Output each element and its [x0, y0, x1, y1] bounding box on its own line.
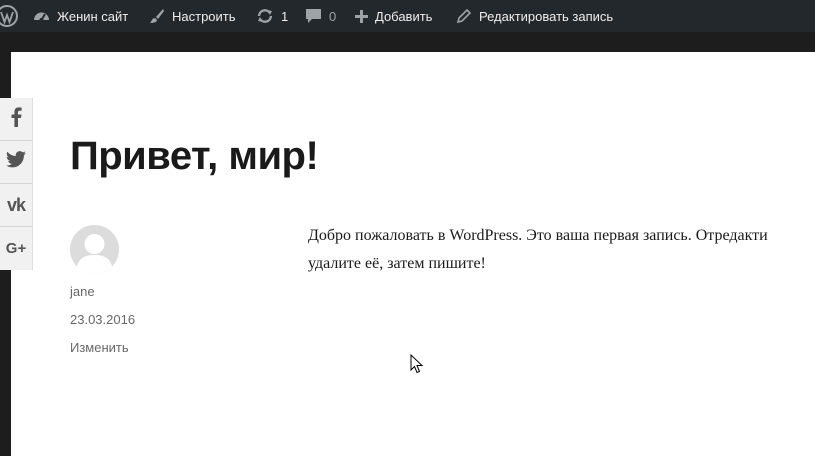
author-avatar[interactable]	[70, 225, 119, 274]
mouse-cursor-icon	[410, 353, 424, 379]
dashboard-icon	[33, 8, 50, 24]
facebook-icon	[10, 106, 22, 132]
updates-count: 1	[281, 8, 289, 24]
site-name-label: Женин сайт	[57, 8, 129, 24]
post-date-link[interactable]: 23.03.2016	[70, 312, 135, 328]
post-edit-link[interactable]: Изменить	[70, 340, 129, 356]
share-facebook-button[interactable]	[0, 98, 32, 141]
post-body: Добро пожаловать в WordPress. Это ваша п…	[308, 222, 815, 278]
edit-post-menu[interactable]: Редактировать запись	[456, 0, 613, 32]
site-name-menu[interactable]: Женин сайт	[33, 0, 128, 32]
page-frame-border	[0, 32, 815, 52]
customize-label: Настроить	[172, 8, 236, 24]
vk-icon: vk	[6, 194, 26, 215]
paintbrush-icon	[149, 8, 165, 24]
admin-bar: Женин сайт Настроить 1 0 Добавить Редакт…	[0, 0, 815, 32]
post-author-link[interactable]: jane	[70, 284, 95, 300]
edit-post-label: Редактировать запись	[479, 8, 614, 24]
updates-icon	[256, 8, 274, 24]
post-body-line: Добро пожаловать в WordPress. Это ваша п…	[308, 227, 768, 244]
share-vk-button[interactable]: vk	[0, 184, 32, 227]
wordpress-logo-icon[interactable]	[0, 0, 18, 32]
post-title[interactable]: Привет, мир!	[70, 132, 319, 180]
customize-menu[interactable]: Настроить	[149, 0, 236, 32]
google-plus-icon: G+	[5, 240, 27, 257]
add-new-label: Добавить	[375, 8, 433, 24]
post-content-area: Привет, мир! jane 23.03.2016 Изменить До…	[11, 52, 815, 456]
comment-bubble-icon	[305, 8, 322, 24]
updates-menu[interactable]: 1	[256, 0, 288, 32]
comments-count: 0	[329, 8, 337, 24]
twitter-icon	[6, 151, 26, 173]
post-body-line: удалите её, затем пишите!	[308, 255, 486, 272]
plus-icon	[355, 9, 368, 23]
social-share-bar: vk G+	[0, 98, 33, 270]
add-new-menu[interactable]: Добавить	[355, 0, 432, 32]
comments-menu[interactable]: 0	[305, 0, 336, 32]
pencil-icon	[456, 8, 471, 24]
share-twitter-button[interactable]	[0, 141, 32, 184]
share-google-plus-button[interactable]: G+	[0, 227, 32, 270]
